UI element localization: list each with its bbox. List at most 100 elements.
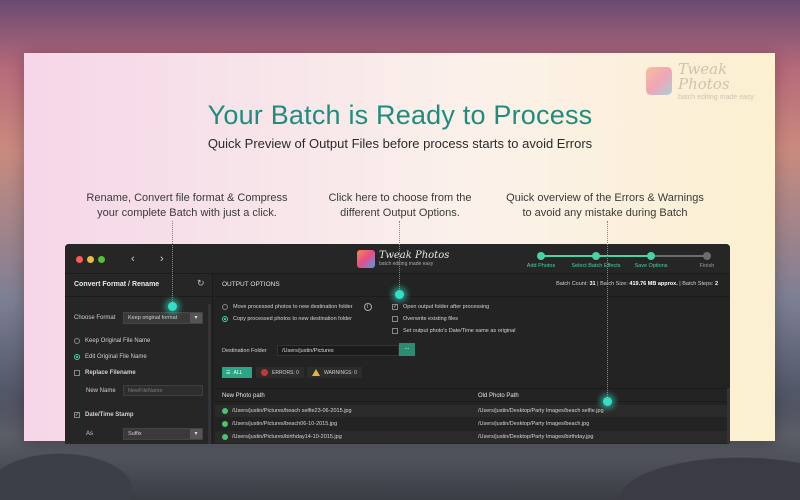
step-label-save-options[interactable]: Save Options bbox=[634, 263, 667, 269]
brand-name: Tweak Photos bbox=[678, 59, 730, 93]
filter-all-button[interactable]: ☰ ALL bbox=[222, 367, 252, 378]
destination-folder-input[interactable]: /Users/justin/Pictures bbox=[277, 345, 399, 356]
old-photo-path: /Users/justin/Desktop/Party Images/birth… bbox=[478, 434, 594, 440]
callout-line: Click here to choose from the bbox=[328, 192, 472, 204]
callout-errors-warnings: Quick overview of the Errors & Warnings … bbox=[500, 191, 710, 221]
choose-format-select[interactable]: Keep original format ▾ bbox=[123, 312, 203, 324]
new-photo-path: /Users/justin/Pictures/beach06-10-2015.j… bbox=[232, 421, 338, 427]
table-row[interactable]: /Users/justin/Pictures/beach06-10-2015.j… bbox=[215, 418, 727, 430]
step-label-finish[interactable]: Finish bbox=[700, 263, 715, 269]
info-icon[interactable]: i bbox=[363, 303, 372, 311]
forward-arrow-icon[interactable]: › bbox=[160, 253, 164, 265]
date-time-stamp-label: Date/Time Stamp bbox=[85, 412, 134, 418]
table-row[interactable]: /Users/justin/Pictures/birthday14-10-201… bbox=[215, 431, 727, 443]
radio-off-icon bbox=[74, 338, 80, 344]
new-photo-path: /Users/justin/Pictures/birthday14-10-201… bbox=[232, 434, 342, 440]
divider bbox=[65, 296, 213, 297]
stamp-position-select[interactable]: Suffix ▾ bbox=[123, 428, 203, 440]
minimize-window-button[interactable] bbox=[87, 256, 94, 263]
brand-badge-icon bbox=[646, 67, 672, 95]
keep-name-label: Keep Original File Name bbox=[85, 338, 151, 344]
callout-output-options: Click here to choose from the different … bbox=[300, 191, 500, 221]
app-window: ‹ › Tweak Photos batch editing made easy… bbox=[65, 244, 730, 444]
step-label-add-photos[interactable]: Add Photos bbox=[527, 263, 555, 269]
callout-dot-rename bbox=[168, 302, 177, 311]
batch-size-label: Batch Size: bbox=[600, 281, 628, 287]
copy-photos-radio[interactable]: Copy processed photos to new destination… bbox=[222, 316, 352, 322]
same-date-time-label: Set output photo's Date/Time same as ori… bbox=[403, 328, 516, 334]
column-old-photo-path[interactable]: Old Photo Path bbox=[478, 393, 519, 399]
new-name-input[interactable]: NewFileName bbox=[123, 385, 203, 396]
output-options-area: OUTPUT OPTIONS Batch Count: 31 | Batch S… bbox=[215, 274, 730, 444]
back-arrow-icon[interactable]: ‹ bbox=[131, 253, 135, 265]
zoom-window-button[interactable] bbox=[98, 256, 105, 263]
app-name: Tweak Photos bbox=[379, 250, 450, 261]
app-tagline: batch editing made easy bbox=[379, 261, 434, 267]
chevron-down-icon: ▾ bbox=[190, 429, 202, 439]
radio-off-icon bbox=[222, 304, 228, 310]
callout-line: your complete Batch with just a click. bbox=[97, 207, 277, 219]
filter-errors-button[interactable]: ERRORS: 0 bbox=[256, 367, 304, 378]
date-time-stamp-checkbox[interactable]: ✓ Date/Time Stamp bbox=[74, 412, 134, 418]
open-output-folder-label: Open output folder after processing bbox=[403, 304, 490, 310]
table-scrollbar[interactable] bbox=[727, 388, 730, 444]
callout-connector-line bbox=[607, 221, 608, 401]
output-options-title: OUTPUT OPTIONS bbox=[222, 281, 280, 288]
brand-logo: Tweak Photos batch editing made easy bbox=[646, 61, 776, 101]
browse-folder-button[interactable]: ... bbox=[399, 343, 415, 356]
choose-format-value: Keep original format bbox=[128, 315, 178, 321]
callout-dot-output-options bbox=[395, 290, 404, 299]
app-logo-icon bbox=[357, 250, 375, 268]
step-label-batch-effects[interactable]: Select Batch Effects bbox=[571, 263, 620, 269]
step-dot-finish bbox=[703, 252, 711, 260]
open-output-folder-checkbox[interactable]: ✓ Open output folder after processing bbox=[392, 304, 489, 310]
checkbox-checked-icon: ✓ bbox=[392, 304, 398, 310]
step-dot-add-photos bbox=[537, 252, 545, 260]
move-photos-radio[interactable]: Move processed photos to new destination… bbox=[222, 303, 372, 311]
refresh-icon[interactable]: ↻ bbox=[197, 278, 205, 289]
filter-warnings-button[interactable]: WARNINGS: 0 bbox=[307, 367, 362, 378]
callout-rename: Rename, Convert file format & Compress y… bbox=[72, 191, 302, 221]
step-dot-batch-effects bbox=[592, 252, 600, 260]
panel-scrollbar[interactable] bbox=[208, 304, 211, 444]
filter-errors-label: ERRORS: 0 bbox=[272, 369, 299, 376]
keep-name-radio[interactable]: Keep Original File Name bbox=[74, 338, 150, 344]
callout-line: different Output Options. bbox=[340, 207, 460, 219]
table-row[interactable]: /Users/justin/Pictures/beach selfie23-06… bbox=[215, 405, 727, 417]
callout-connector-line bbox=[399, 221, 400, 293]
copy-photos-label: Copy processed photos to new destination… bbox=[233, 316, 352, 322]
success-check-icon bbox=[222, 434, 228, 440]
radio-on-icon bbox=[222, 316, 228, 322]
overwrite-files-label: Overwrite existing files bbox=[403, 316, 459, 322]
destination-folder-value: /Users/justin/Pictures bbox=[282, 348, 334, 354]
overwrite-files-checkbox[interactable]: Overwrite existing files bbox=[392, 316, 458, 322]
batch-count-value: 31 bbox=[589, 281, 596, 287]
radio-on-icon bbox=[74, 354, 80, 360]
step-dot-save-options bbox=[647, 252, 655, 260]
stamp-position-value: Suffix bbox=[128, 431, 142, 437]
success-check-icon bbox=[222, 421, 228, 427]
new-name-placeholder: NewFileName bbox=[128, 388, 163, 394]
title-bar: ‹ › Tweak Photos batch editing made easy… bbox=[65, 244, 730, 274]
replace-filename-checkbox[interactable]: Replace Filename bbox=[74, 370, 136, 376]
checkbox-checked-icon: ✓ bbox=[74, 412, 80, 418]
batch-size-value: 419.76 MB approx. bbox=[629, 281, 678, 287]
column-new-photo-path[interactable]: New Photo path bbox=[222, 393, 265, 399]
convert-rename-panel: Convert Format / Rename ↻ Choose Format … bbox=[65, 274, 213, 444]
step-remaining-line bbox=[651, 255, 707, 257]
batch-steps-value: 2 bbox=[714, 281, 718, 287]
progress-steps: Add Photos Select Batch Effects Save Opt… bbox=[525, 249, 725, 274]
headline: Your Batch is Ready to Process bbox=[207, 100, 593, 130]
close-window-button[interactable] bbox=[76, 256, 83, 263]
same-date-time-checkbox[interactable]: Set output photo's Date/Time same as ori… bbox=[392, 328, 515, 334]
old-photo-path: /Users/justin/Desktop/Party Images/beach… bbox=[478, 408, 604, 414]
edit-name-radio[interactable]: Edit Original File Name bbox=[74, 354, 147, 360]
destination-folder-label: Destination Folder bbox=[222, 348, 267, 354]
filter-warnings-label: WARNINGS: 0 bbox=[324, 369, 357, 376]
subhead: Quick Preview of Output Files before pro… bbox=[207, 136, 593, 151]
list-icon: ☰ bbox=[226, 369, 231, 376]
callout-dot-errors-warnings bbox=[603, 397, 612, 406]
as-label: As bbox=[86, 431, 94, 437]
old-photo-path: /Users/justin/Desktop/Party Images/beach… bbox=[478, 421, 590, 427]
chevron-down-icon: ▾ bbox=[190, 313, 202, 323]
